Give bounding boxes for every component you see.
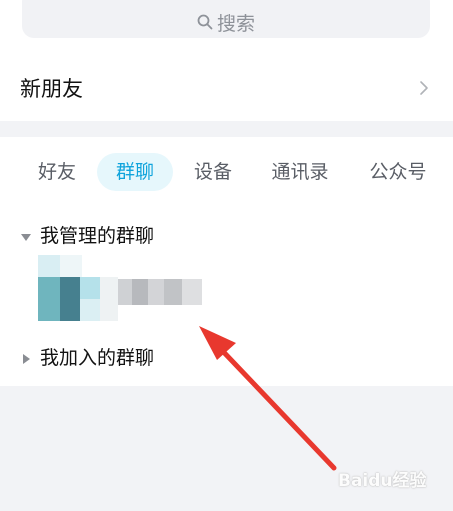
group-title-joined: 我加入的群聊: [40, 347, 155, 369]
tab-official-accounts[interactable]: 公众号: [358, 153, 438, 191]
watermark: Baidu经验: [338, 471, 427, 491]
top-panel: 搜索 新朋友: [0, 0, 453, 121]
contacts-list-panel: 好友 群聊 设备 通讯录 公众号 我管理的群聊 我加入的群聊: [0, 137, 453, 386]
group-avatar: [38, 255, 118, 321]
search-bar[interactable]: 搜索: [22, 0, 430, 38]
search-icon: [197, 14, 213, 30]
tab-address-book[interactable]: 通讯录: [260, 153, 340, 191]
group-list-item[interactable]: [38, 255, 203, 325]
caret-right-icon: [23, 354, 30, 364]
group-header-managed[interactable]: 我管理的群聊: [0, 221, 453, 251]
tab-devices[interactable]: 设备: [178, 153, 248, 191]
group-title-managed: 我管理的群聊: [40, 225, 155, 247]
new-friend-row[interactable]: 新朋友: [0, 58, 453, 118]
caret-down-icon: [21, 234, 31, 241]
group-header-joined[interactable]: 我加入的群聊: [0, 343, 453, 373]
chevron-right-icon: [420, 81, 428, 95]
group-name-redacted: [118, 279, 202, 305]
tab-groups[interactable]: 群聊: [97, 153, 173, 191]
tab-friends[interactable]: 好友: [22, 153, 92, 191]
search-placeholder: 搜索: [216, 12, 255, 35]
contacts-screen: 搜索 新朋友 好友 群聊 设备 通讯录 公众号 我管理的群聊 我加入的群聊 Ba…: [0, 0, 453, 511]
contacts-tabs: 好友 群聊 设备 通讯录 公众号: [0, 153, 453, 193]
new-friend-label: 新朋友: [20, 77, 83, 101]
